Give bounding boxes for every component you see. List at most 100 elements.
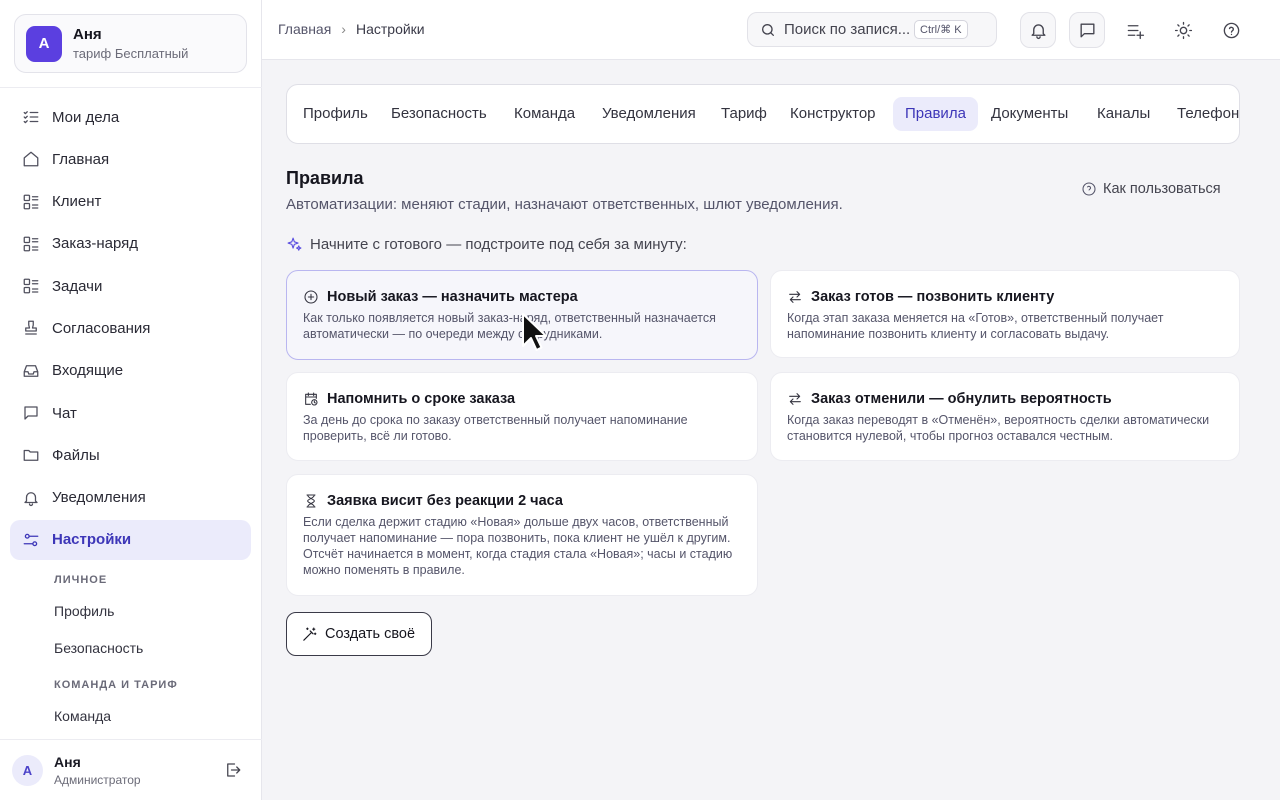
tab-plan[interactable]: Тариф [709,97,779,131]
search-shortcut-hint: Ctrl/⌘ K [914,20,968,39]
create-rule-label: Создать своё [325,626,416,642]
account-name: Аня [73,26,102,43]
quick-add-button[interactable] [1117,12,1153,48]
magic-wand-icon [303,627,317,641]
list-grid-icon [23,194,39,209]
template-card-title: Напомнить о сроке заказа [327,391,516,407]
sidebar-item-label: Уведомления [52,489,146,507]
chat-icon [1079,22,1095,38]
tab-security[interactable]: Безопасность [379,97,499,131]
template-card-title: Заявка висит без реакции 2 часа [327,493,563,509]
tab-telephony[interactable]: Телефония [1165,97,1239,131]
sidebar-item-notifications[interactable]: Уведомления [10,478,251,518]
account-plan: тариф Бесплатный [73,46,189,61]
sidebar-item-chat[interactable]: Чат [10,393,251,433]
settings-tabs: Профиль Безопасность Команда Уведомления… [286,84,1240,144]
sidebar-item-tasks[interactable]: Задачи [10,266,251,306]
account-switcher[interactable]: А Аня тариф Бесплатный [14,14,247,73]
breadcrumb-home[interactable]: Главная [278,21,331,37]
sidebar-item-label: Настройки [52,531,132,549]
sliders-icon [23,533,39,547]
sidebar-item-label: Входящие [52,362,124,380]
sidebar-item-approvals[interactable]: Согласования [10,308,251,348]
sidebar-item-client[interactable]: Клиент [10,182,251,222]
template-card[interactable]: Заявка висит без реакции 2 часа Если сде… [286,474,758,596]
swap-arrows-icon [789,291,801,303]
template-card[interactable]: Заказ готов — позвонить клиенту Когда эт… [770,270,1240,358]
mouse-cursor-icon [522,313,547,351]
home-icon [23,151,39,167]
help-circle-icon [1082,182,1096,196]
sidebar-item-inbox[interactable]: Входящие [10,351,251,391]
calendar-clock-icon [305,392,318,406]
bell-icon [1030,23,1046,39]
settings-personal-heading: ЛИЧНОЕ [54,574,108,586]
create-rule-button[interactable]: Создать своё [286,612,432,656]
theme-toggle-button[interactable] [1165,12,1201,48]
sidebar-item-label: Задачи [52,277,103,295]
template-card-text: Когда заказ переводят в «Отменён», вероя… [787,413,1210,443]
bell-icon [24,491,38,506]
settings-sub-profile[interactable]: Профиль [54,603,254,619]
sidebar-item-home[interactable]: Главная [10,139,251,179]
page-title: Правила [286,168,364,188]
account-avatar: А [26,25,62,62]
tab-notifications[interactable]: Уведомления [590,97,708,131]
tab-team[interactable]: Команда [502,97,587,131]
template-card-title: Заказ отменили — обнулить вероятность [811,391,1112,407]
template-card[interactable]: Заказ отменили — обнулить вероятность Ко… [770,372,1240,461]
search-icon [762,23,774,36]
template-card-text: Если сделка держит стадию «Новая» дольше… [303,515,733,577]
tasks-list-icon [23,111,39,124]
plus-circle-icon [304,290,318,304]
sidebar-item-label: Файлы [52,446,100,464]
tab-rules[interactable]: Правила [893,97,978,131]
template-card-title: Новый заказ — назначить мастера [327,289,578,305]
template-card[interactable]: Напомнить о сроке заказа За день до срок… [286,372,758,461]
sun-icon [1174,21,1192,39]
help-link[interactable]: Как пользоваться [1081,181,1221,197]
templates-hint: Начните с готового — подстроите под себя… [286,236,687,253]
sidebar-item-label: Заказ-наряд [52,235,139,253]
settings-sub-security[interactable]: Безопасность [54,640,254,656]
tab-constructor[interactable]: Конструктор [778,97,888,131]
swap-arrows-icon [789,393,801,405]
sidebar-item-settings[interactable]: Настройки [10,519,251,560]
sidebar-item-my-tasks[interactable]: Мои дела [10,97,251,137]
folder-icon [23,450,39,462]
list-add-icon [1127,24,1144,39]
user-name: Аня [54,753,81,770]
logout-icon[interactable] [224,761,242,779]
help-button[interactable] [1213,12,1249,48]
chevron-right-icon: › [341,21,346,37]
breadcrumb-current: Настройки [355,21,425,37]
hourglass-icon [306,494,316,508]
sidebar-item-files[interactable]: Файлы [10,435,251,475]
user-avatar: А [12,754,43,786]
help-circle-icon [1223,22,1239,38]
sidebar-item-label: Главная [52,150,110,168]
template-card-text: Когда этап заказа меняется на «Готов», о… [787,311,1164,341]
help-link-label: Как пользоваться [1103,181,1221,197]
search-box[interactable]: Ctrl/⌘ K [747,12,997,47]
tab-documents[interactable]: Документы [979,97,1080,131]
messages-button[interactable] [1069,12,1105,48]
list-grid-icon [23,236,39,252]
inbox-icon [23,364,39,377]
sidebar-item-label: Клиент [52,193,102,211]
settings-team-heading: КОМАНДА И ТАРИФ [54,679,178,691]
notifications-button[interactable] [1020,12,1056,48]
tab-profile[interactable]: Профиль [291,97,380,131]
templates-hint-text: Начните с готового — подстроите под себя… [310,236,687,253]
search-input[interactable] [784,21,914,38]
settings-sub-team[interactable]: Команда [54,708,254,724]
list-grid-icon [23,278,39,294]
user-role: Администратор [54,772,141,787]
sidebar-footer-user: А Аня Администратор [0,739,262,800]
page-description: Автоматизации: меняют стадии, назначают … [286,196,843,213]
breadcrumb: Главная › Настройки [278,21,425,37]
stamp-icon [25,321,37,336]
tab-channels[interactable]: Каналы [1085,97,1162,131]
sidebar: А Аня тариф Бесплатный Мои дела Главная … [0,0,262,800]
sidebar-item-work-order[interactable]: Заказ-наряд [10,224,251,264]
